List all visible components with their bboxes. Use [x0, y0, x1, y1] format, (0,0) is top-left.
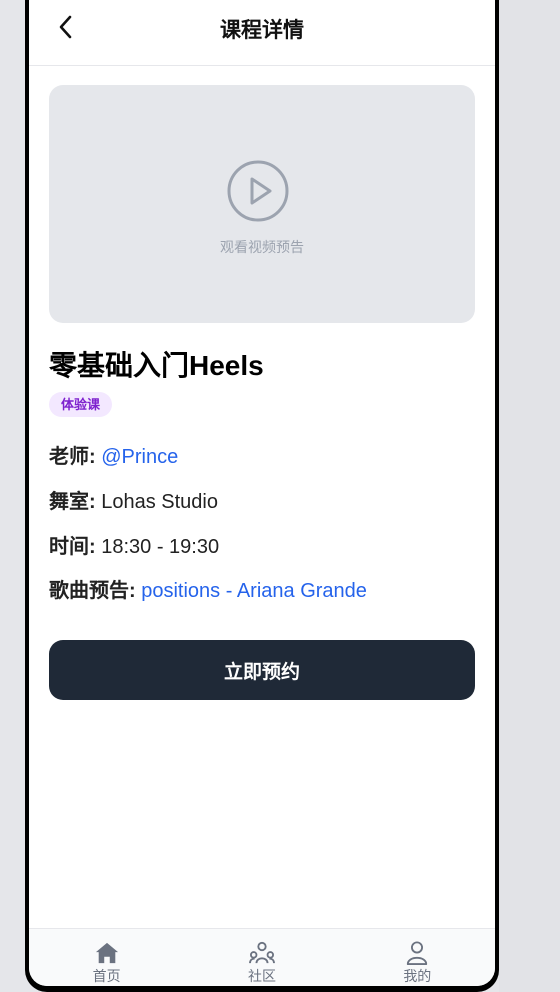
background-strip [499, 0, 560, 992]
video-label: 观看视频预告 [220, 239, 304, 255]
tab-profile[interactable]: 我的 [340, 929, 495, 986]
teacher-row: 老师: @Prince [49, 440, 178, 469]
song-row: 歌曲预告: positions - Ariana Grande [49, 574, 367, 603]
community-icon [249, 941, 275, 964]
video-preview[interactable]: 观看视频预告 [49, 85, 475, 323]
teacher-link[interactable]: @Prince [101, 446, 178, 468]
song-label: 歌曲预告: [49, 580, 136, 602]
teacher-label: 老师: [49, 446, 96, 468]
studio-label: 舞室: [49, 491, 96, 513]
phone-frame: 课程详情 观看视频预告 零基础入门Heels 体验课 老师: @Prince 舞… [25, 0, 499, 992]
app-screen: 课程详情 观看视频预告 零基础入门Heels 体验课 老师: @Prince 舞… [29, 0, 495, 986]
studio-row: 舞室: Lohas Studio [49, 485, 218, 514]
bottom-tab-bar: 首页 社区 我的 [29, 928, 495, 986]
course-title: 零基础入门Heels [49, 350, 264, 381]
page-title: 课程详情 [220, 19, 304, 42]
top-bar: 课程详情 [29, 0, 495, 66]
song-link[interactable]: positions - Ariana Grande [141, 580, 367, 602]
time-label: 时间: [49, 536, 96, 558]
home-icon [95, 942, 118, 964]
tab-home-label: 首页 [92, 968, 121, 984]
tab-community-label: 社区 [247, 968, 276, 984]
tab-profile-label: 我的 [403, 968, 432, 984]
tab-community[interactable]: 社区 [184, 929, 339, 986]
user-icon [407, 941, 428, 965]
time-row: 时间: 18:30 - 19:30 [49, 530, 219, 559]
studio-value: Lohas Studio [101, 491, 218, 513]
time-value: 18:30 - 19:30 [101, 536, 220, 558]
play-circle-icon [227, 160, 289, 222]
book-now-button[interactable]: 立即预约 [49, 640, 475, 700]
tab-home[interactable]: 首页 [29, 929, 184, 986]
course-badge: 体验课 [49, 392, 113, 417]
